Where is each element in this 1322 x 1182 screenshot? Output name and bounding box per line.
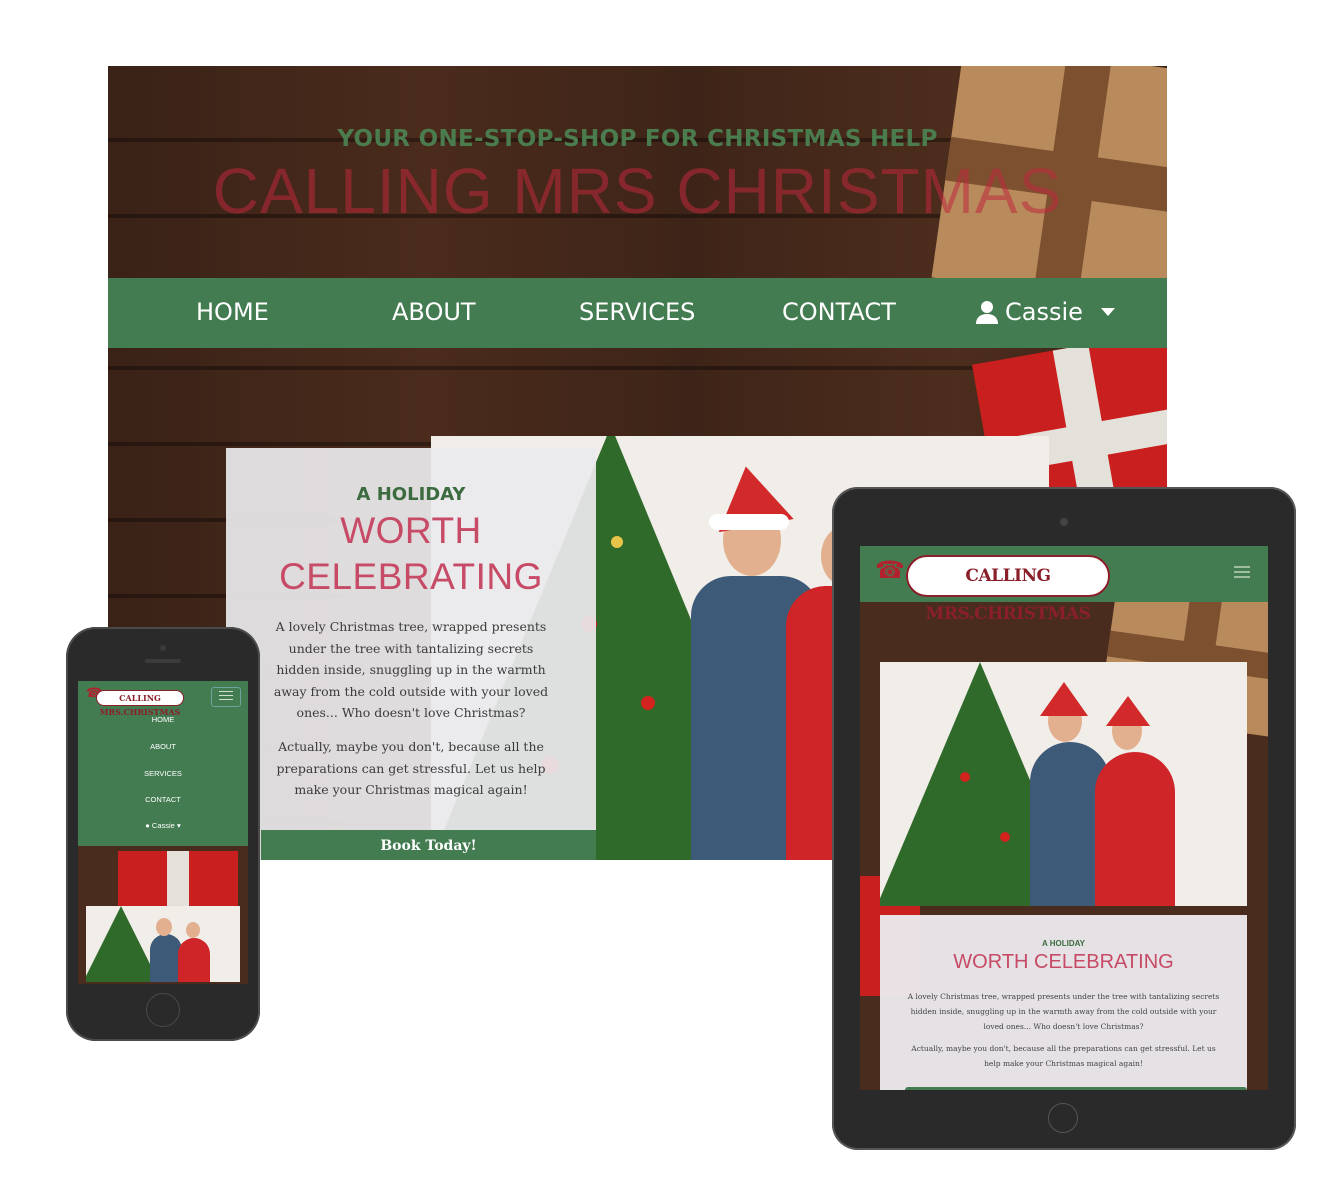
tablet-device: ☎ CALLING MRS.CHRISTMAS A HOLIDAY WORTH …	[832, 487, 1296, 1150]
site-title: CALLING MRS CHRISTMAS	[212, 155, 1063, 227]
nav-about[interactable]: ABOUT	[392, 298, 476, 326]
hero-photo	[880, 662, 1247, 906]
tablet-screen: ☎ CALLING MRS.CHRISTMAS A HOLIDAY WORTH …	[860, 546, 1268, 1090]
home-button[interactable]	[1048, 1103, 1078, 1133]
hamburger-icon[interactable]	[211, 687, 241, 707]
card-heading: WORTH CELEBRATING	[953, 951, 1174, 973]
card-eyebrow: A HOLIDAY	[1042, 939, 1085, 948]
speaker	[145, 659, 181, 663]
telephone-icon: ☎	[875, 557, 905, 584]
card-paragraph: A lovely Christmas tree, wrapped present…	[907, 992, 1220, 1031]
caret-down-icon: ▾	[176, 821, 181, 830]
card-heading-line: CELEBRATING	[279, 556, 543, 597]
user-icon: ●	[145, 821, 150, 830]
nav-contact[interactable]: CONTACT	[78, 795, 248, 804]
phone-navbar: ☎ CALLING MRS.CHRISTMAS HOME ABOUT SERVI…	[78, 681, 248, 846]
nav-home[interactable]: HOME	[196, 298, 269, 326]
card-paragraph: A lovely Christmas tree, wrapped present…	[273, 619, 549, 720]
tagline: YOUR ONE-STOP-SHOP FOR CHRISTMAS HELP	[337, 126, 938, 152]
book-today-button[interactable]	[905, 1087, 1247, 1090]
caret-down-icon	[1100, 308, 1115, 316]
hero-header: YOUR ONE-STOP-SHOP FOR CHRISTMAS HELP CA…	[108, 126, 1167, 228]
card-eyebrow: A HOLIDAY	[356, 484, 466, 505]
nav-about[interactable]: ABOUT	[78, 742, 248, 751]
card-paragraph: Actually, maybe you don't, because all t…	[276, 739, 546, 797]
camera	[1060, 518, 1068, 526]
card-paragraph: Actually, maybe you don't, because all t…	[911, 1044, 1216, 1068]
nav-services[interactable]: SERVICES	[579, 298, 695, 326]
phone-device: ☎ CALLING MRS.CHRISTMAS HOME ABOUT SERVI…	[66, 627, 260, 1041]
book-today-button[interactable]: Book Today!	[261, 830, 596, 860]
phone-screen: ☎ CALLING MRS.CHRISTMAS HOME ABOUT SERVI…	[78, 681, 248, 984]
nav-services[interactable]: SERVICES	[78, 769, 248, 778]
camera	[160, 645, 166, 651]
user-name: Cassie	[1005, 298, 1083, 326]
nav-home[interactable]: HOME	[78, 715, 248, 724]
main-navbar: HOME ABOUT SERVICES CONTACT Cassie	[108, 278, 1167, 348]
site-logo[interactable]: CALLING MRS.CHRISTMAS	[906, 555, 1110, 624]
hero-photo	[86, 906, 240, 982]
card-heading-line: WORTH	[340, 510, 482, 551]
user-icon	[976, 301, 998, 324]
home-button[interactable]	[146, 993, 180, 1027]
tablet-navbar: ☎ CALLING MRS.CHRISTMAS	[860, 546, 1268, 624]
card-heading: WORTH CELEBRATING	[226, 508, 596, 600]
hamburger-icon[interactable]	[1234, 566, 1250, 580]
user-name: Cassie	[151, 821, 175, 830]
user-dropdown[interactable]: Cassie	[975, 298, 1115, 326]
site-logo[interactable]: CALLING MRS.CHRISTMAS	[96, 690, 184, 717]
user-dropdown[interactable]: ● Cassie ▾	[78, 821, 248, 830]
intro-card: A HOLIDAY WORTH CELEBRATING A lovely Chr…	[226, 448, 596, 860]
intro-card: A HOLIDAY WORTH CELEBRATING A lovely Chr…	[880, 915, 1247, 1090]
nav-contact[interactable]: CONTACT	[782, 298, 896, 326]
